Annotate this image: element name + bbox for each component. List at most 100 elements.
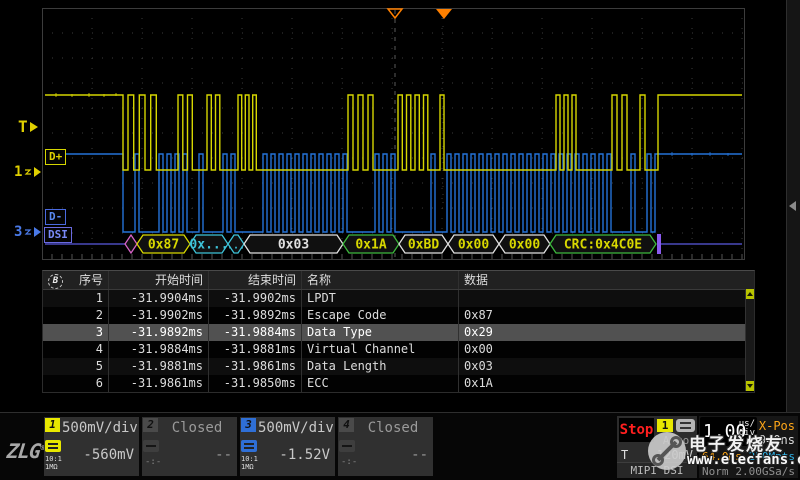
trigger-source-badge: 1	[657, 419, 673, 432]
table-row[interactable]: 6-31.9861ms-31.9850msECC0x1A	[43, 375, 754, 392]
channel-4-block[interactable]: 4 Closed -:- --	[338, 417, 433, 476]
run-state-indicator[interactable]: Stop	[619, 418, 654, 442]
collapse-menu-arrow-icon[interactable]	[789, 201, 796, 211]
trigger-status-block[interactable]: Stop 1 Auto T 120mV MIPI DSI	[617, 416, 697, 478]
table-cell: 0x1A	[459, 375, 738, 392]
timebase-status-block[interactable]: 1.00 us/div X-Pos -940ns 64.0ms 250Mpts …	[699, 416, 798, 478]
channel-2-offset: --	[160, 447, 232, 463]
scroll-down-arrow[interactable]	[746, 381, 754, 391]
decode-result-table: B 序号 开始时间 结束时间 名称 数据 1-31.9904ms-31.9902…	[42, 270, 755, 393]
channel-3-block[interactable]: 3 500mV/div 10:11MΩ -1.52V	[240, 417, 335, 476]
channel-4-badge: 4	[339, 418, 354, 432]
channel-1-block[interactable]: 1 500mV/div 10:11MΩ -560mV	[44, 417, 139, 476]
table-header-name: 名称	[302, 271, 459, 289]
channel-2-block[interactable]: 2 Closed -:- --	[142, 417, 237, 476]
table-cell: 3	[43, 324, 109, 341]
table-cell: -31.9884ms	[209, 324, 302, 341]
table-row[interactable]: 2-31.9902ms-31.9892msEscape Code0x87	[43, 307, 754, 324]
channel-1-position-marker[interactable]: 1	[14, 164, 41, 180]
bus-segment-label: 0x03	[278, 238, 309, 253]
table-cell: -31.9904ms	[109, 290, 209, 307]
table-cell: 0x29	[459, 324, 738, 341]
bus-segment-label: 0x87	[148, 238, 179, 253]
bus-segment-label: 0x00	[458, 238, 489, 253]
waveform-d-minus	[45, 154, 742, 232]
table-cell: 5	[43, 358, 109, 375]
table-cell: -31.9861ms	[209, 358, 302, 375]
channel-3-probe-info: 10:11MΩ	[241, 455, 258, 471]
bus-segment-label: 0x1A	[355, 238, 386, 253]
delay-position-marker[interactable]	[436, 9, 452, 19]
table-row[interactable]: 5-31.9881ms-31.9861msData Length0x03	[43, 358, 754, 375]
trigger-level-value: 120mV	[657, 448, 693, 462]
trigger-coupling-dc-icon	[676, 419, 695, 432]
channel-2-badge: 2	[143, 418, 158, 432]
channel-1-scale: 500mV/div	[62, 420, 136, 436]
channel-1-marker-arrow-icon	[34, 167, 41, 177]
table-header-no: B 序号	[43, 271, 109, 289]
timebase-scale-box: 1.00 us/div	[700, 417, 757, 446]
table-cell: 0x87	[459, 307, 738, 324]
trigger-marker-arrow-icon	[30, 122, 38, 132]
table-cell	[459, 290, 738, 307]
record-length-points: 250Mpts	[749, 450, 795, 463]
table-header-row: B 序号 开始时间 结束时间 名称 数据	[43, 271, 754, 290]
oscilloscope-screen: 0x870x......0x030x1A0xBD0x000x00CRC:0x4C…	[0, 0, 800, 480]
table-cell: 4	[43, 341, 109, 358]
table-cell: Virtual Channel	[302, 341, 459, 358]
table-cell: -31.9881ms	[209, 341, 302, 358]
channel-3-badge: 3	[241, 418, 256, 432]
channel-1-marker-label: 1	[14, 164, 22, 180]
trigger-label: T	[621, 448, 628, 462]
coupling-off-icon	[339, 440, 355, 452]
channel-4-probe-info: -:-	[341, 457, 357, 467]
table-row[interactable]: 3-31.9892ms-31.9884msData Type0x29	[43, 324, 754, 341]
bus-segment-label: 0x00	[509, 238, 540, 253]
coupling-off-icon	[143, 440, 159, 452]
table-header-data: 数据	[459, 271, 738, 289]
dc-coupling-icon	[241, 440, 257, 452]
bus-decode-icon[interactable]: B	[48, 274, 63, 289]
signal-label-d-minus: D-	[45, 209, 66, 225]
table-header-start: 开始时间	[109, 271, 209, 289]
scroll-up-arrow[interactable]	[746, 289, 754, 299]
table-scrollbar[interactable]	[745, 289, 754, 391]
table-cell: -31.9861ms	[109, 375, 209, 392]
channel-1-badge: 1	[45, 418, 60, 432]
acquire-mode: Norm	[702, 465, 729, 478]
table-cell: LPDT	[302, 290, 459, 307]
x-position-value: -940ns	[752, 433, 795, 447]
table-body: 1-31.9904ms-31.9902msLPDT2-31.9902ms-31.…	[43, 290, 754, 392]
channel-3-marker-arrow-icon	[34, 227, 41, 237]
waveform-d-plus	[45, 95, 742, 170]
table-row[interactable]: 4-31.9884ms-31.9881msVirtual Channel0x00	[43, 341, 754, 358]
channel-4-scale: Closed	[356, 420, 430, 436]
coupling-squiggle-icon	[24, 167, 32, 177]
table-cell: -31.9902ms	[109, 307, 209, 324]
trigger-marker-label: T	[18, 117, 28, 136]
sample-rate: 2.00GSa/s	[735, 465, 795, 478]
table-header-end: 结束时间	[209, 271, 302, 289]
trigger-level-marker[interactable]: T	[18, 117, 38, 136]
record-length-time: 64.0ms	[702, 450, 742, 463]
table-cell: -31.9892ms	[109, 324, 209, 341]
waveform-canvas: 0x870x......0x030x1A0xBD0x000x00CRC:0x4C…	[42, 8, 745, 260]
zlg-logo: ZLG®	[6, 439, 45, 463]
trigger-protocol: MIPI DSI	[617, 462, 697, 478]
dc-coupling-icon	[45, 440, 61, 452]
table-cell: -31.9884ms	[109, 341, 209, 358]
channel-4-offset: --	[356, 447, 428, 463]
channel-3-position-marker[interactable]: 3	[14, 224, 41, 240]
bus-segment-label: CRC:0x4C0E	[564, 238, 642, 253]
channel-1-offset: -560mV	[62, 447, 134, 463]
table-row[interactable]: 1-31.9904ms-31.9902msLPDT	[43, 290, 754, 307]
waveform-plot: 0x870x......0x030x1A0xBD0x000x00CRC:0x4C…	[42, 8, 745, 260]
channel-3-offset: -1.52V	[258, 447, 330, 463]
signal-label-d-plus: D+	[45, 149, 66, 165]
x-position-label: X-Pos	[759, 419, 795, 433]
channel-3-scale: 500mV/div	[258, 420, 332, 436]
channel-2-scale: Closed	[160, 420, 234, 436]
channel-2-probe-info: -:-	[145, 457, 161, 467]
table-cell: -31.9850ms	[209, 375, 302, 392]
table-cell: Data Type	[302, 324, 459, 341]
